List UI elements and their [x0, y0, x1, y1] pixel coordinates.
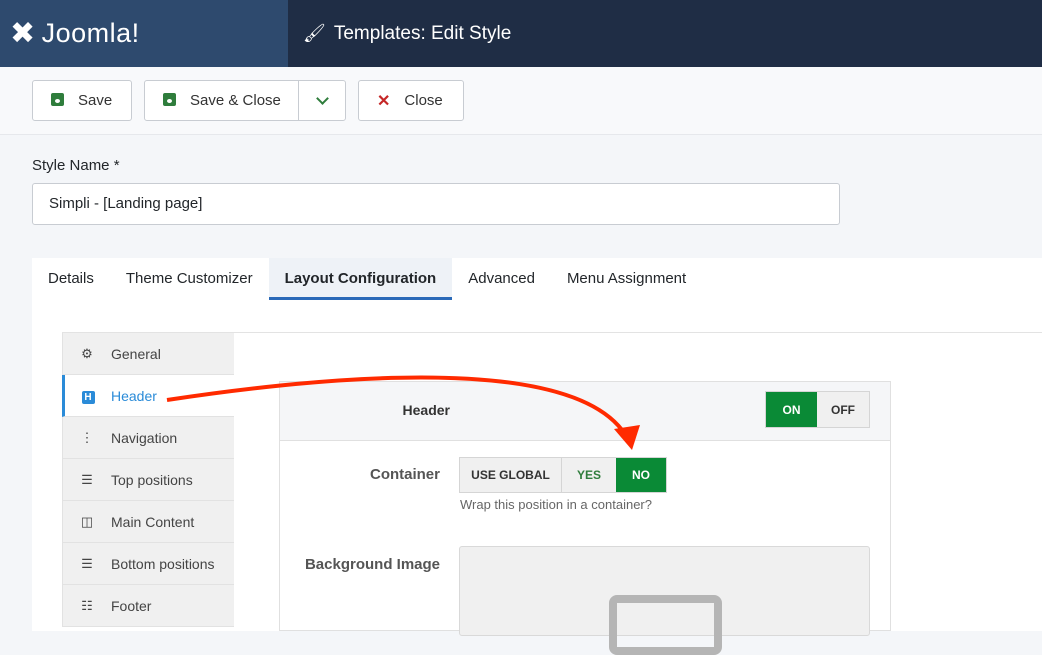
annotation-arrow: [166, 375, 640, 450]
